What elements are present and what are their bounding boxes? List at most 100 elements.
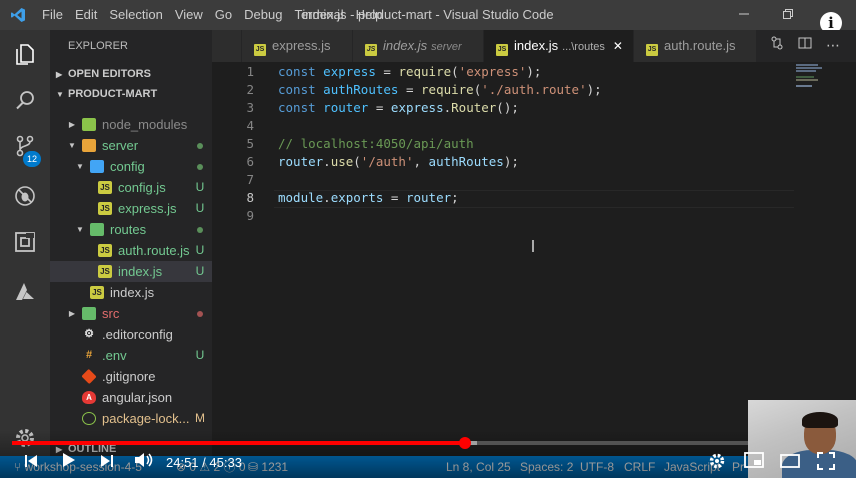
git-status-badge: U [195, 180, 205, 194]
database-indicator[interactable]: ⛁ 1231 [248, 456, 288, 478]
eol-setting[interactable]: CRLF [624, 456, 655, 478]
chevron-down-icon: ▼ [56, 90, 64, 99]
encoding-setting[interactable]: UTF-8 [580, 456, 614, 478]
settings-gear-icon[interactable] [706, 452, 728, 474]
tree-item-label: index.js [110, 285, 155, 300]
editorconfig-icon: ⚙ [84, 328, 94, 340]
git-status-badge: M [195, 411, 205, 425]
angular-icon: A [82, 391, 96, 404]
tree-item-label: angular.json [102, 390, 173, 405]
activity-bar: 12 [0, 30, 50, 478]
tree-item-label: .env [102, 348, 127, 363]
debug-icon[interactable] [0, 174, 50, 218]
next-video-button[interactable] [96, 452, 118, 474]
tree-item-routes[interactable]: ▼ routes [50, 219, 212, 240]
env-file-icon: # [85, 349, 93, 361]
tree-item-angular-json[interactable]: A angular.json [50, 387, 212, 408]
theater-mode-icon[interactable] [778, 452, 802, 474]
tree-item-env[interactable]: # .env U [50, 345, 212, 366]
video-scrubber-handle[interactable] [459, 437, 472, 449]
tab-auth-route-js[interactable]: JS auth.route.js [634, 30, 757, 62]
menu-help[interactable]: Help [350, 0, 389, 30]
git-status-badge: U [195, 348, 205, 362]
line-number: 4 [246, 118, 254, 133]
fullscreen-icon[interactable] [814, 452, 838, 474]
tree-item-package-lock[interactable]: package-lock... M [50, 408, 212, 429]
editor-tab-bar: JS express.js JS index.js server JS index.js… [212, 30, 856, 62]
azure-icon[interactable] [0, 270, 50, 314]
menu-debug[interactable]: Debug [238, 0, 288, 30]
database-icon: ⛁ [248, 460, 262, 474]
tree-item-label: auth.route.js [118, 243, 190, 258]
tab-label: index.js [514, 38, 559, 53]
nodejs-icon [82, 412, 96, 425]
folder-icon [82, 118, 96, 131]
volume-icon[interactable] [132, 452, 156, 474]
video-played-range [12, 441, 466, 445]
tab-label: express.js [272, 38, 331, 53]
folder-open-icon [82, 139, 96, 152]
tab-server-index-js[interactable]: JS index.js server [353, 30, 484, 62]
tab-express-js[interactable]: JS express.js [242, 30, 353, 62]
tree-item-gitignore[interactable]: .gitignore [50, 366, 212, 387]
indentation-setting[interactable]: Spaces: 2 [520, 456, 573, 478]
previous-video-button[interactable] [20, 452, 42, 474]
open-editors-header[interactable]: ▶ OPEN EDITORS [50, 63, 212, 85]
minimap[interactable] [796, 64, 856, 104]
tab-routes-index-js[interactable]: JS index.js ...\routes ✕ [484, 30, 634, 62]
menu-terminal[interactable]: Terminal [288, 0, 349, 30]
tree-item-config-js[interactable]: JS config.js U [50, 177, 212, 198]
line-number: 6 [246, 154, 254, 169]
tree-item-node-modules[interactable]: ▶ node_modules [50, 114, 212, 135]
tree-item-label: index.js [118, 264, 163, 279]
tab-overflow[interactable] [212, 30, 242, 62]
explorer-icon[interactable] [0, 32, 50, 76]
restore-button[interactable] [768, 0, 808, 30]
tree-item-routes-index-js[interactable]: JS index.js U [50, 261, 212, 282]
split-editor-icon[interactable] [792, 30, 818, 62]
menu-selection[interactable]: Selection [103, 0, 168, 30]
tree-item-editorconfig[interactable]: ⚙ .editorconfig [50, 324, 212, 345]
chevron-right-icon: ▶ [68, 120, 76, 129]
tree-item-config[interactable]: ▼ config [50, 156, 212, 177]
chevron-down-icon: ▼ [68, 141, 76, 150]
line-number: 1 [246, 64, 254, 79]
tree-item-express-js[interactable]: JS express.js U [50, 198, 212, 219]
tree-item-label: package-lock... [102, 411, 190, 426]
video-duration: 45:33 [209, 455, 242, 470]
git-status-badge: U [195, 201, 205, 215]
code-editor[interactable]: 1 2 3 4 5 6 7 8 9 const express = requir… [212, 62, 856, 440]
tree-item-label: src [102, 306, 120, 321]
search-icon[interactable] [0, 78, 50, 122]
tree-item-server-index-js[interactable]: JS index.js [50, 282, 212, 303]
error-dot-icon [193, 303, 207, 324]
js-file-icon: JS [254, 44, 266, 56]
play-button[interactable] [58, 452, 80, 474]
minimize-button[interactable] [724, 0, 764, 30]
code-line-6: router.use('/auth', authRoutes); [278, 154, 519, 169]
extensions-icon[interactable] [0, 220, 50, 264]
project-header[interactable]: ▼ PRODUCT-MART [50, 83, 212, 105]
modified-dot-icon [193, 219, 207, 240]
open-changes-icon[interactable] [764, 30, 790, 62]
tree-item-server[interactable]: ▼ server [50, 135, 212, 156]
miniplayer-icon[interactable] [742, 452, 766, 474]
js-file-icon: JS [365, 44, 377, 56]
chevron-down-icon: ▼ [76, 162, 84, 171]
project-label: PRODUCT-MART [68, 88, 158, 100]
video-progress-bar[interactable] [12, 437, 843, 449]
js-file-icon: JS [98, 265, 112, 278]
cursor-position[interactable]: Ln 8, Col 25 [446, 456, 511, 478]
close-tab-icon[interactable]: ✕ [613, 39, 623, 53]
tree-item-auth-route-js[interactable]: JS auth.route.js U [50, 240, 212, 261]
menu-view[interactable]: View [169, 0, 209, 30]
menu-go[interactable]: Go [209, 0, 238, 30]
tree-item-src[interactable]: ▶ src [50, 303, 212, 324]
folder-src-icon [82, 307, 96, 320]
line-number: 8 [246, 190, 254, 205]
menu-edit[interactable]: Edit [69, 0, 103, 30]
more-actions-icon[interactable]: ⋯ [820, 30, 846, 62]
git-status-badge: U [195, 264, 205, 278]
folder-routes-icon [90, 223, 104, 236]
menu-file[interactable]: File [36, 0, 69, 30]
